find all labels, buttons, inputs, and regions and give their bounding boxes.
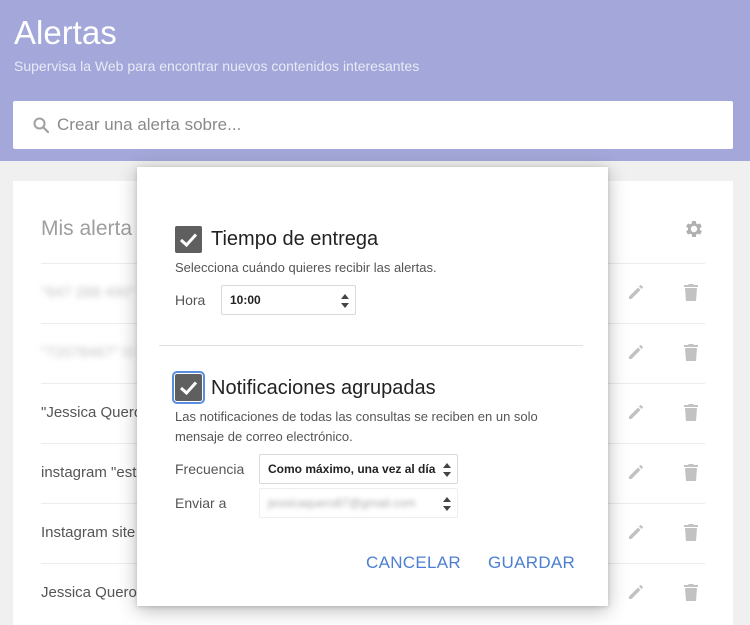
edit-icon[interactable] [627, 583, 645, 601]
edit-icon[interactable] [627, 343, 645, 361]
alert-query: "Jessica Quero [41, 404, 143, 421]
create-alert-input[interactable] [57, 101, 717, 149]
select-arrows-icon [443, 463, 451, 477]
delete-icon[interactable] [683, 463, 699, 482]
page-subtitle: Supervisa la Web para encontrar nuevos c… [14, 58, 420, 74]
save-button[interactable]: GUARDAR [488, 553, 575, 573]
page-header: Alertas Supervisa la Web para encontrar … [0, 0, 750, 161]
delete-icon[interactable] [683, 283, 699, 302]
delivery-time-checkbox[interactable] [175, 226, 202, 253]
gear-icon[interactable] [683, 218, 705, 240]
section-divider [159, 345, 583, 346]
delivery-time-description: Selecciona cuándo quieres recibir las al… [175, 260, 437, 275]
digest-description-line1: Las notificaciones de todas las consulta… [175, 409, 538, 424]
delete-icon[interactable] [683, 343, 699, 362]
search-icon [33, 117, 49, 133]
delete-icon[interactable] [683, 583, 699, 602]
checkmark-icon [179, 233, 198, 248]
delivery-time-title: Tiempo de entrega [211, 228, 379, 250]
hour-select-value: 10:00 [230, 293, 261, 307]
delivery-settings-dialog: Tiempo de entrega Selecciona cuándo quie… [137, 167, 608, 606]
delete-icon[interactable] [683, 403, 699, 422]
frequency-label: Frecuencia [175, 461, 245, 477]
alert-query: Instagram site [41, 524, 136, 541]
send-to-label: Enviar a [175, 495, 227, 511]
alert-query: "72078467" O [41, 344, 135, 361]
create-alert-search-box[interactable] [13, 101, 733, 149]
checkmark-icon [179, 381, 198, 396]
digest-notifications-title: Notificaciones agrupadas [211, 377, 436, 399]
delete-icon[interactable] [683, 523, 699, 542]
send-to-select[interactable]: jessicaquero87@gmail.com [259, 488, 458, 518]
edit-icon[interactable] [627, 523, 645, 541]
alert-query: "647 288 490" [41, 284, 136, 301]
digest-notifications-checkbox[interactable] [172, 371, 205, 404]
cancel-button[interactable]: CANCELAR [366, 553, 461, 573]
my-alerts-title: Mis alerta [41, 217, 133, 240]
hour-select[interactable]: 10:00 [221, 285, 356, 315]
frequency-select[interactable]: Como máximo, una vez al día [259, 454, 458, 484]
edit-icon[interactable] [627, 283, 645, 301]
alert-query: instagram "est [41, 464, 137, 481]
hour-label: Hora [175, 292, 206, 308]
send-to-select-value: jessicaquero87@gmail.com [268, 496, 416, 510]
edit-icon[interactable] [627, 403, 645, 421]
page-title: Alertas [14, 14, 117, 51]
select-arrows-icon [443, 497, 451, 511]
alert-query: Jessica Quero [41, 584, 137, 601]
frequency-select-value: Como máximo, una vez al día [268, 462, 436, 476]
select-arrows-icon [341, 294, 349, 308]
digest-description-line2: mensaje de correo electrónico. [175, 429, 353, 444]
edit-icon[interactable] [627, 463, 645, 481]
